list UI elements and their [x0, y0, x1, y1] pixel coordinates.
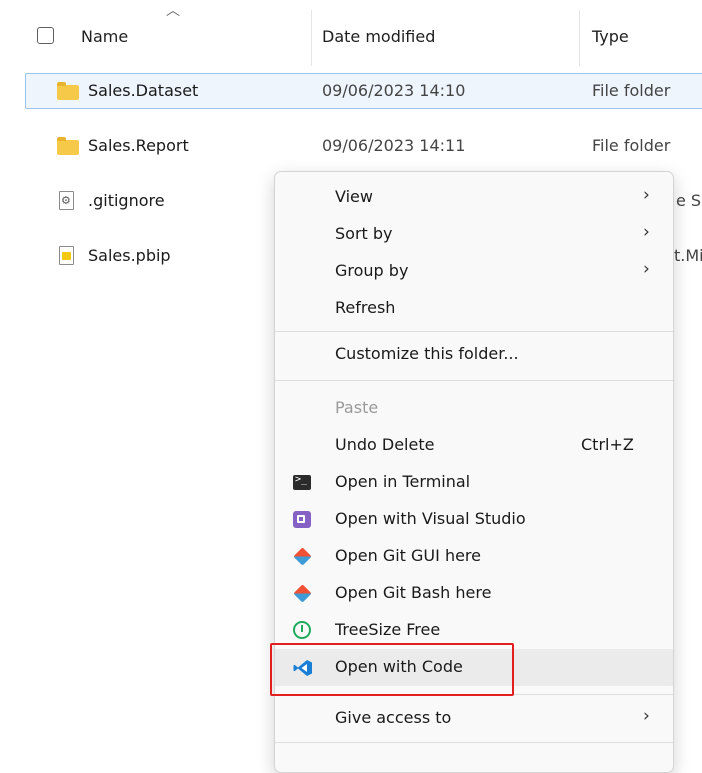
chevron-right-icon: ›: [643, 222, 650, 242]
file-date: 09/06/2023 14:10: [322, 81, 466, 100]
chevron-right-icon: ›: [643, 259, 650, 279]
file-row-sales-report[interactable]: Sales.Report 09/06/2023 14:11 File folde…: [0, 127, 702, 165]
menu-item-open-terminal[interactable]: Open in Terminal: [275, 464, 673, 501]
pbip-file-icon: [57, 246, 79, 265]
folder-icon: [57, 137, 79, 155]
column-header: ︿ Name Date modified Type: [0, 0, 702, 70]
chevron-right-icon: ›: [643, 706, 650, 726]
sort-ascending-icon: ︿: [166, 3, 180, 19]
file-type: File folder: [592, 136, 671, 155]
file-name: .gitignore: [88, 191, 165, 210]
folder-icon: [57, 82, 79, 100]
menu-divider: [275, 331, 673, 332]
menu-item-open-visual-studio[interactable]: Open with Visual Studio: [275, 501, 673, 538]
column-date-modified[interactable]: Date modified: [322, 27, 435, 46]
file-type: e Sc: [676, 191, 702, 210]
file-name: Sales.pbip: [88, 246, 171, 265]
menu-item-customize-folder[interactable]: Customize this folder...: [275, 336, 673, 373]
settings-file-icon: ⚙: [57, 191, 79, 210]
file-name: Sales.Dataset: [88, 81, 199, 100]
menu-item-git-bash[interactable]: Open Git Bash here: [275, 575, 673, 612]
file-row-sales-dataset[interactable]: Sales.Dataset 09/06/2023 14:10 File fold…: [0, 72, 702, 110]
git-icon: [293, 547, 313, 567]
menu-divider: [275, 380, 673, 381]
visual-studio-icon: [293, 510, 313, 530]
menu-item-sort-by[interactable]: Sort by ›: [275, 216, 673, 253]
file-type: File folder: [592, 81, 671, 100]
column-name[interactable]: Name: [81, 27, 128, 46]
menu-item-view[interactable]: View ›: [275, 179, 673, 216]
file-name: Sales.Report: [88, 136, 189, 155]
file-date: 09/06/2023 14:11: [322, 136, 466, 155]
menu-divider: [275, 742, 673, 743]
shortcut-label: Ctrl+Z: [581, 435, 634, 454]
terminal-icon: [293, 473, 313, 493]
menu-item-git-gui[interactable]: Open Git GUI here: [275, 538, 673, 575]
menu-item-undo-delete[interactable]: Undo Delete Ctrl+Z: [275, 427, 673, 464]
column-divider[interactable]: [311, 10, 312, 66]
select-all-checkbox[interactable]: [37, 27, 54, 44]
column-type[interactable]: Type: [592, 27, 629, 46]
annotation-highlight-box: [270, 643, 514, 696]
git-icon: [293, 584, 313, 604]
chevron-right-icon: ›: [643, 185, 650, 205]
treesize-icon: [293, 621, 313, 641]
menu-item-group-by[interactable]: Group by ›: [275, 253, 673, 290]
menu-item-give-access[interactable]: Give access to ›: [275, 700, 673, 737]
column-divider[interactable]: [579, 10, 580, 66]
file-type: t.Mi: [674, 246, 702, 265]
menu-item-paste[interactable]: Paste: [275, 390, 673, 427]
menu-item-refresh[interactable]: Refresh: [275, 290, 673, 327]
